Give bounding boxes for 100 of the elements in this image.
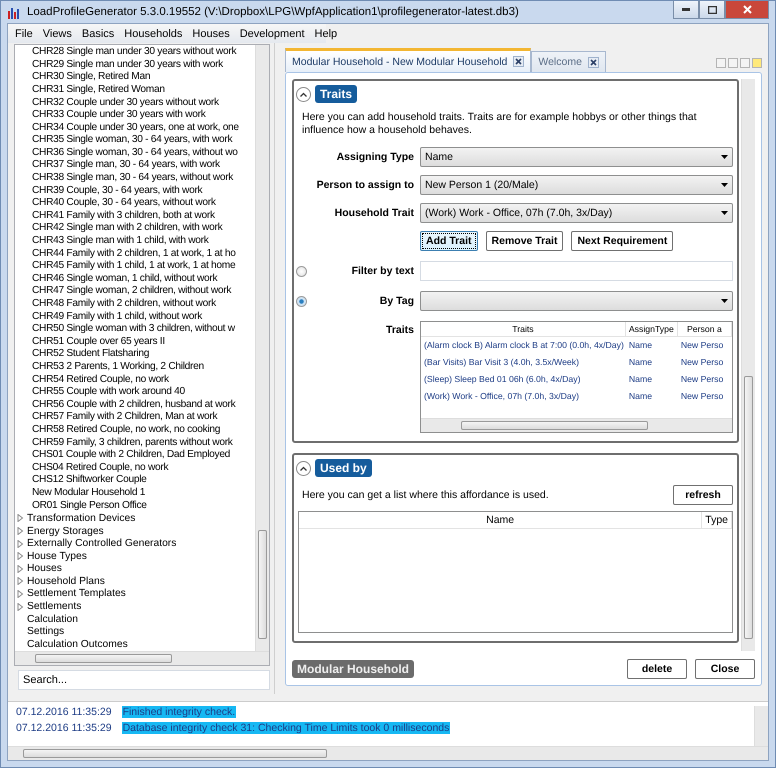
expand-icon[interactable] (17, 577, 24, 586)
window-list-icon[interactable] (740, 58, 750, 68)
tree-item[interactable]: CHR33 Couple under 30 years with work (15, 109, 255, 122)
tree-item[interactable]: Houses (27, 563, 62, 574)
dropdown[interactable]: Name (420, 147, 733, 168)
expand-icon[interactable] (17, 564, 24, 573)
tree-item[interactable]: OR01 Single Person Office (15, 500, 255, 512)
filter-field[interactable] (420, 261, 733, 282)
maximize-button[interactable] (699, 1, 725, 19)
table-cell[interactable]: (Sleep) Sleep Bed 01 06h (6.0h, 4x/Day) (421, 371, 626, 388)
tab-label[interactable]: Modular Household - New Modular Household (292, 56, 508, 68)
tree-item[interactable]: CHR32 Couple under 30 years without work (15, 96, 255, 110)
tree-item[interactable]: CHR41 Family with 3 children, both at work (15, 210, 255, 222)
tree-item[interactable]: Transformation Devices (27, 512, 136, 524)
tree-item[interactable]: CHR52 Student Flatsharing (15, 348, 255, 361)
tree-item[interactable]: CHR40 Couple, 30 - 64 years, without work (15, 197, 255, 210)
radio-button[interactable] (296, 296, 307, 307)
tree-item[interactable]: New Modular Household 1 (15, 486, 255, 500)
action-button[interactable]: Remove Trait (486, 231, 564, 252)
table-cell[interactable]: New Perso (678, 371, 732, 388)
tree-item[interactable]: CHS12 Shiftworker Couple (15, 474, 255, 487)
expand-icon[interactable] (17, 590, 24, 598)
tree-item[interactable]: CHR43 Single man with 1 child, with work (15, 235, 255, 248)
tree-item[interactable]: CHR49 Family with 1 child, without work (15, 310, 255, 324)
expand-icon[interactable] (17, 602, 24, 611)
tree-item[interactable]: House Types (27, 550, 87, 562)
dropdown[interactable]: New Person 1 (20/Male) (420, 175, 733, 196)
tree-item[interactable]: CHR38 Single man, 30 - 64 years, without work (15, 172, 255, 185)
table-cell[interactable]: (Bar Visits) Bar Visit 3 (4.0h, 3.5x/Week) (421, 354, 626, 372)
tree-item[interactable]: CHR30 Single, Retired Man (15, 71, 255, 84)
horizontal-scrollbar[interactable] (421, 418, 732, 432)
scroll-right-icon[interactable] (728, 58, 738, 68)
footer-button[interactable]: delete (627, 658, 687, 679)
tree-item[interactable]: CHR36 Single woman, 30 - 64 years, without wo (15, 146, 255, 160)
tree-item[interactable]: CHR53 2 Parents, 1 Working, 2 Children (15, 360, 255, 374)
minimize-button[interactable] (673, 1, 699, 19)
expand-icon[interactable] (17, 540, 24, 548)
tree-item[interactable]: CHR56 Couple with 2 children, husband at work (15, 398, 255, 412)
tree-item[interactable]: CHR48 Family with 2 children, without work (15, 298, 255, 311)
horizontal-scrollbar[interactable] (15, 650, 269, 665)
table-cell[interactable]: Name (626, 337, 678, 354)
tree-item[interactable]: CHR54 Retired Couple, no work (15, 374, 255, 386)
dropdown[interactable] (420, 291, 733, 312)
radio-button[interactable] (296, 266, 307, 277)
tree-item[interactable]: Energy Storages (27, 526, 104, 536)
search-field[interactable]: Search... (18, 670, 270, 690)
tab[interactable]: Modular Household - New Modular Household (285, 48, 532, 72)
column-header[interactable]: Name (299, 512, 702, 530)
vertical-scrollbar[interactable] (255, 45, 269, 651)
menu-item[interactable]: File (10, 28, 38, 40)
tree-item[interactable]: CHR47 Single woman, 2 children, without work (15, 285, 255, 298)
tree-item[interactable]: CHR39 Couple, 30 - 64 years, with work (15, 184, 255, 198)
tab[interactable]: Welcome (531, 51, 606, 72)
collapse-button[interactable] (296, 86, 311, 102)
tab-label[interactable]: Welcome (538, 56, 582, 68)
tree-item[interactable]: CHR57 Family with 2 Children, Man at work (15, 411, 255, 424)
table-cell[interactable]: New Perso (678, 388, 732, 406)
table-cell[interactable]: (Alarm clock B) Alarm clock B at 7:00 (0.0h, 4x/Day) (421, 337, 626, 354)
tree-item[interactable]: Household Plans (27, 576, 105, 587)
menu-item[interactable]: Development (234, 28, 310, 40)
tree-item[interactable]: CHR42 Single man with 2 children, with work (15, 222, 255, 236)
tree-item[interactable]: CHR46 Single woman, 1 child, without work (15, 272, 255, 286)
tree-item[interactable]: CHR35 Single woman, 30 - 64 years, with work (15, 134, 255, 147)
menu-item[interactable]: Basics (76, 28, 120, 40)
tree-item[interactable]: Settlement Templates (27, 588, 126, 600)
tree-item[interactable]: Settings (27, 626, 64, 638)
scroll-left-icon[interactable] (716, 58, 726, 68)
footer-button[interactable]: Close (695, 658, 755, 679)
menu-item[interactable]: Households (119, 28, 188, 40)
menu-item[interactable]: Houses (187, 28, 235, 40)
tree-item[interactable]: CHR55 Couple with work around 40 (15, 386, 255, 399)
column-header[interactable]: AssignType (626, 322, 678, 338)
tree-item[interactable]: CHR31 Single, Retired Woman (15, 84, 255, 97)
tree-item[interactable]: Settlements (27, 601, 82, 612)
collapse-button[interactable] (296, 460, 311, 476)
tree-item[interactable]: CHR28 Single man under 30 years without work (15, 46, 255, 59)
tree-item[interactable]: CHS04 Retired Couple, no work (15, 462, 255, 474)
pin-icon[interactable] (752, 58, 762, 68)
tree-item[interactable]: CHR37 Single man, 30 - 64 years, with work (15, 159, 255, 172)
table-cell[interactable]: Name (626, 354, 678, 372)
table-cell[interactable]: Name (626, 371, 678, 388)
action-button[interactable]: Add Trait (420, 231, 478, 252)
table-cell[interactable]: Name (626, 388, 678, 406)
menu-item[interactable]: Views (38, 28, 77, 40)
horizontal-scrollbar[interactable] (8, 746, 768, 760)
vertical-scrollbar[interactable] (754, 706, 768, 746)
tree-item[interactable]: CHR45 Family with 1 child, 1 at work, 1 at home (15, 260, 255, 273)
tree-item[interactable]: CHR58 Retired Couple, no work, no cooking (15, 424, 255, 437)
tree-item[interactable]: Calculation Outcomes (27, 638, 128, 650)
tree-item[interactable]: CHR50 Single woman with 3 children, without w (15, 323, 255, 336)
column-header[interactable]: Person a (678, 322, 732, 338)
close-icon[interactable] (588, 56, 599, 68)
vertical-scrollbar[interactable] (741, 79, 755, 651)
close-button[interactable] (725, 1, 769, 19)
refresh-button[interactable]: refresh (673, 485, 733, 506)
tree-item[interactable]: CHR44 Family with 2 children, 1 at work, 1 at ho (15, 248, 255, 260)
tree-item[interactable]: CHR34 Couple under 30 years, one at work, one (15, 122, 255, 134)
tree-item[interactable]: CHR59 Family, 3 children, parents without work (15, 436, 255, 450)
column-header[interactable]: Type (702, 512, 732, 530)
expand-icon[interactable] (17, 514, 24, 522)
